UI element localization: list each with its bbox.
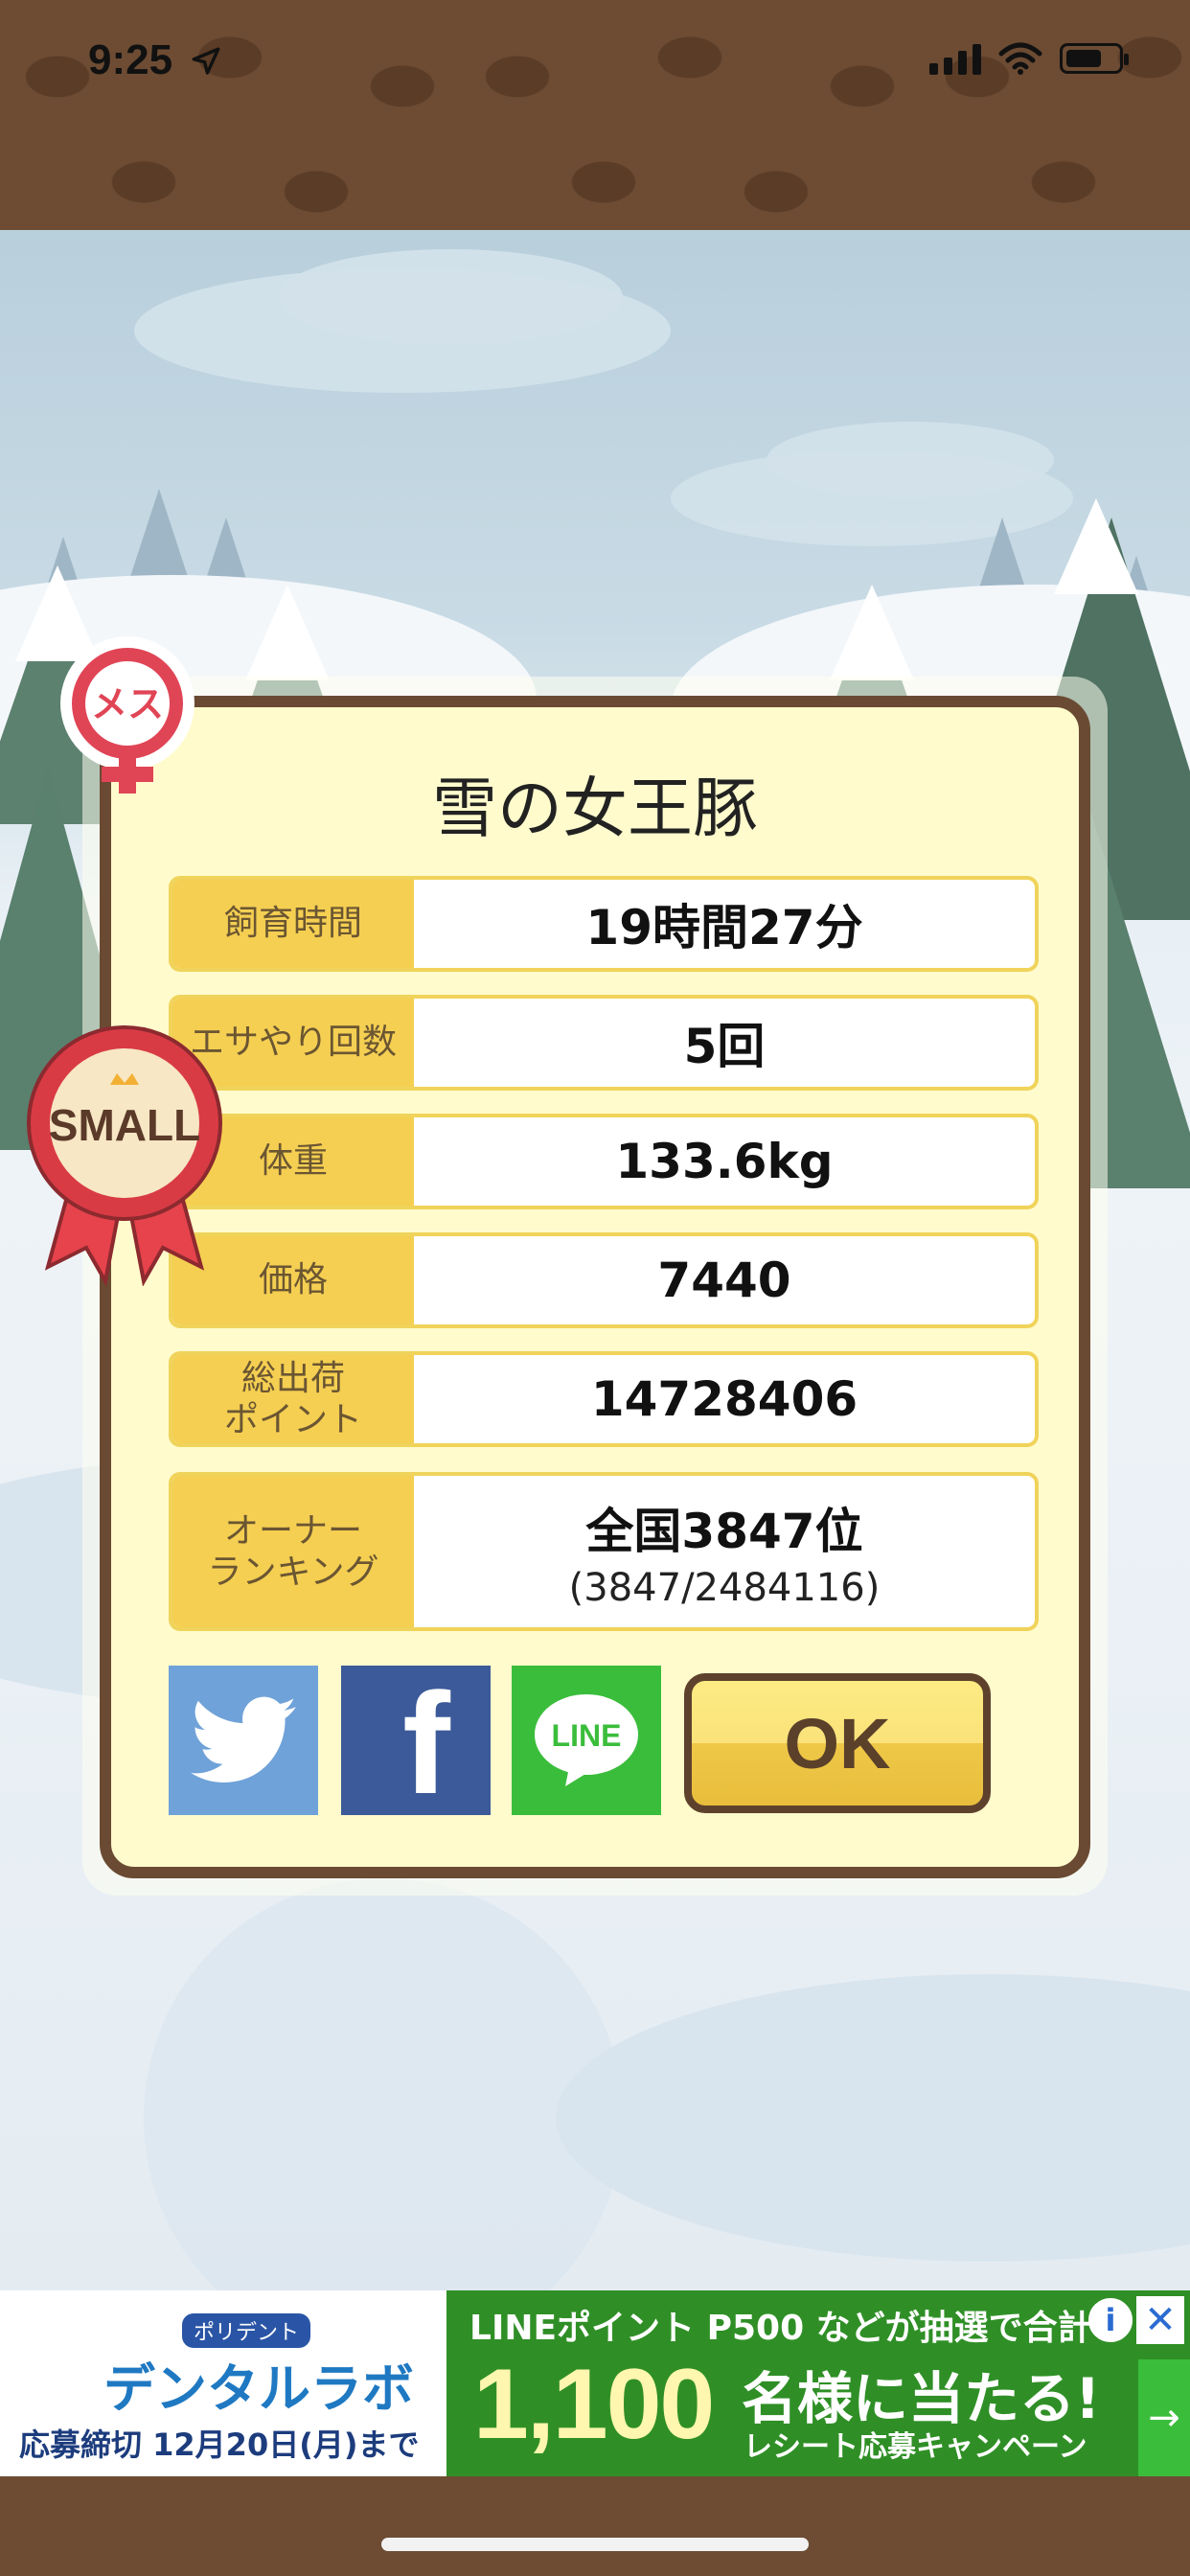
top-brown-pattern: 9:25 <box>0 0 1190 230</box>
small-badge-text: SMALL <box>49 1100 200 1150</box>
tree-snow-cap <box>245 585 330 680</box>
battery-icon <box>1060 43 1129 74</box>
row-value: 全国3847位 (3847/2484116) <box>414 1476 1035 1627</box>
signal-icon <box>929 42 981 75</box>
weight-value: 133.6kg <box>615 1134 834 1189</box>
ad-brand-small: ポリデント <box>182 2313 311 2348</box>
price-value: 7440 <box>657 1253 791 1308</box>
advertisement-banner[interactable]: ポリデント デンタルラボ 応募締切 12月20日(月)まで LINEポイント P… <box>0 2290 1190 2476</box>
row-breeding-time: 飼育時間 19時間27分 <box>169 876 1039 972</box>
cloud <box>278 249 623 345</box>
home-indicator[interactable] <box>381 2538 809 2551</box>
twitter-bird-icon <box>191 1696 296 1782</box>
line-icon-text: LINE <box>552 1718 622 1753</box>
breeding-time-value: 19時間27分 <box>585 900 863 955</box>
ad-info-icon[interactable]: i <box>1088 2298 1133 2342</box>
tree-snow-cap <box>830 585 914 680</box>
row-value: 14728406 <box>414 1355 1035 1443</box>
facebook-share-button[interactable]: f <box>341 1666 491 1815</box>
snow-shadow <box>556 1974 1190 2262</box>
row-total-shipping-points: 総出荷 ポイント 14728406 <box>169 1351 1039 1447</box>
line-icon: LINE <box>535 1694 638 1786</box>
status-time-text: 9:25 <box>88 36 173 83</box>
status-icons <box>929 42 1129 75</box>
row-feeding-count: エサやり回数 5回 <box>169 995 1039 1091</box>
row-value: 19時間27分 <box>414 880 1035 968</box>
row-weight: 体重 133.6kg <box>169 1114 1039 1209</box>
ranking-value: 全国3847位 <box>585 1504 863 1559</box>
small-size-ribbon-icon: SMALL <box>27 1025 222 1286</box>
twitter-share-button[interactable] <box>169 1666 318 1815</box>
ad-close-icon[interactable]: ✕ <box>1136 2296 1184 2344</box>
ad-right-panel[interactable]: LINEポイント P500 などが抽選で合計 1,100 名様に当たる! レシー… <box>446 2290 1190 2476</box>
row-owner-ranking: オーナー ランキング 全国3847位 (3847/2484116) <box>169 1472 1039 1631</box>
status-time: 9:25 <box>88 36 222 84</box>
female-badge-text: メス <box>91 683 164 725</box>
ad-campaign: レシート応募キャンペーン <box>744 2430 1087 2464</box>
row-value: 7440 <box>414 1236 1035 1324</box>
ad-left-panel[interactable]: ポリデント デンタルラボ 応募締切 12月20日(月)まで <box>0 2290 446 2476</box>
ad-headline: LINEポイント P500 などが抽選で合計 <box>469 2309 1092 2348</box>
location-arrow-icon <box>192 47 220 75</box>
row-label: オーナー ランキング <box>172 1476 414 1627</box>
wifi-icon <box>998 42 1042 75</box>
bottom-brown-strip <box>0 2476 1190 2576</box>
ad-arrow-icon[interactable]: → <box>1138 2359 1190 2476</box>
female-badge-icon: メス <box>60 636 195 794</box>
ad-big-number: 1,100 <box>473 2349 715 2460</box>
ad-brand: デンタルラボ <box>103 2358 414 2419</box>
line-share-button[interactable]: LINE <box>512 1666 661 1815</box>
ok-button-label: OK <box>784 1703 891 1783</box>
cloud <box>767 422 1054 498</box>
snow-shadow <box>144 1878 623 2290</box>
feeding-count-value: 5回 <box>683 1019 766 1074</box>
row-label: 総出荷 ポイント <box>172 1355 414 1443</box>
shipping-points-value: 14728406 <box>590 1371 858 1427</box>
row-value: 133.6kg <box>414 1117 1035 1206</box>
row-label: 飼育時間 <box>172 880 414 968</box>
pig-name-title: 雪の女王豚 <box>431 771 758 847</box>
row-price: 価格 7440 <box>169 1232 1039 1328</box>
row-value: 5回 <box>414 999 1035 1087</box>
facebook-icon: f <box>402 1663 450 1824</box>
ranking-detail: (3847/2484116) <box>568 1566 881 1610</box>
tree-snow-cap <box>1054 498 1138 594</box>
pig-result-dialog: 雪の女王豚 飼育時間 19時間27分 エサやり回数 5回 体重 133.6kg … <box>100 696 1090 1878</box>
ad-deadline: 応募締切 12月20日(月)まで <box>19 2426 420 2463</box>
ok-button[interactable]: OK <box>684 1673 991 1813</box>
